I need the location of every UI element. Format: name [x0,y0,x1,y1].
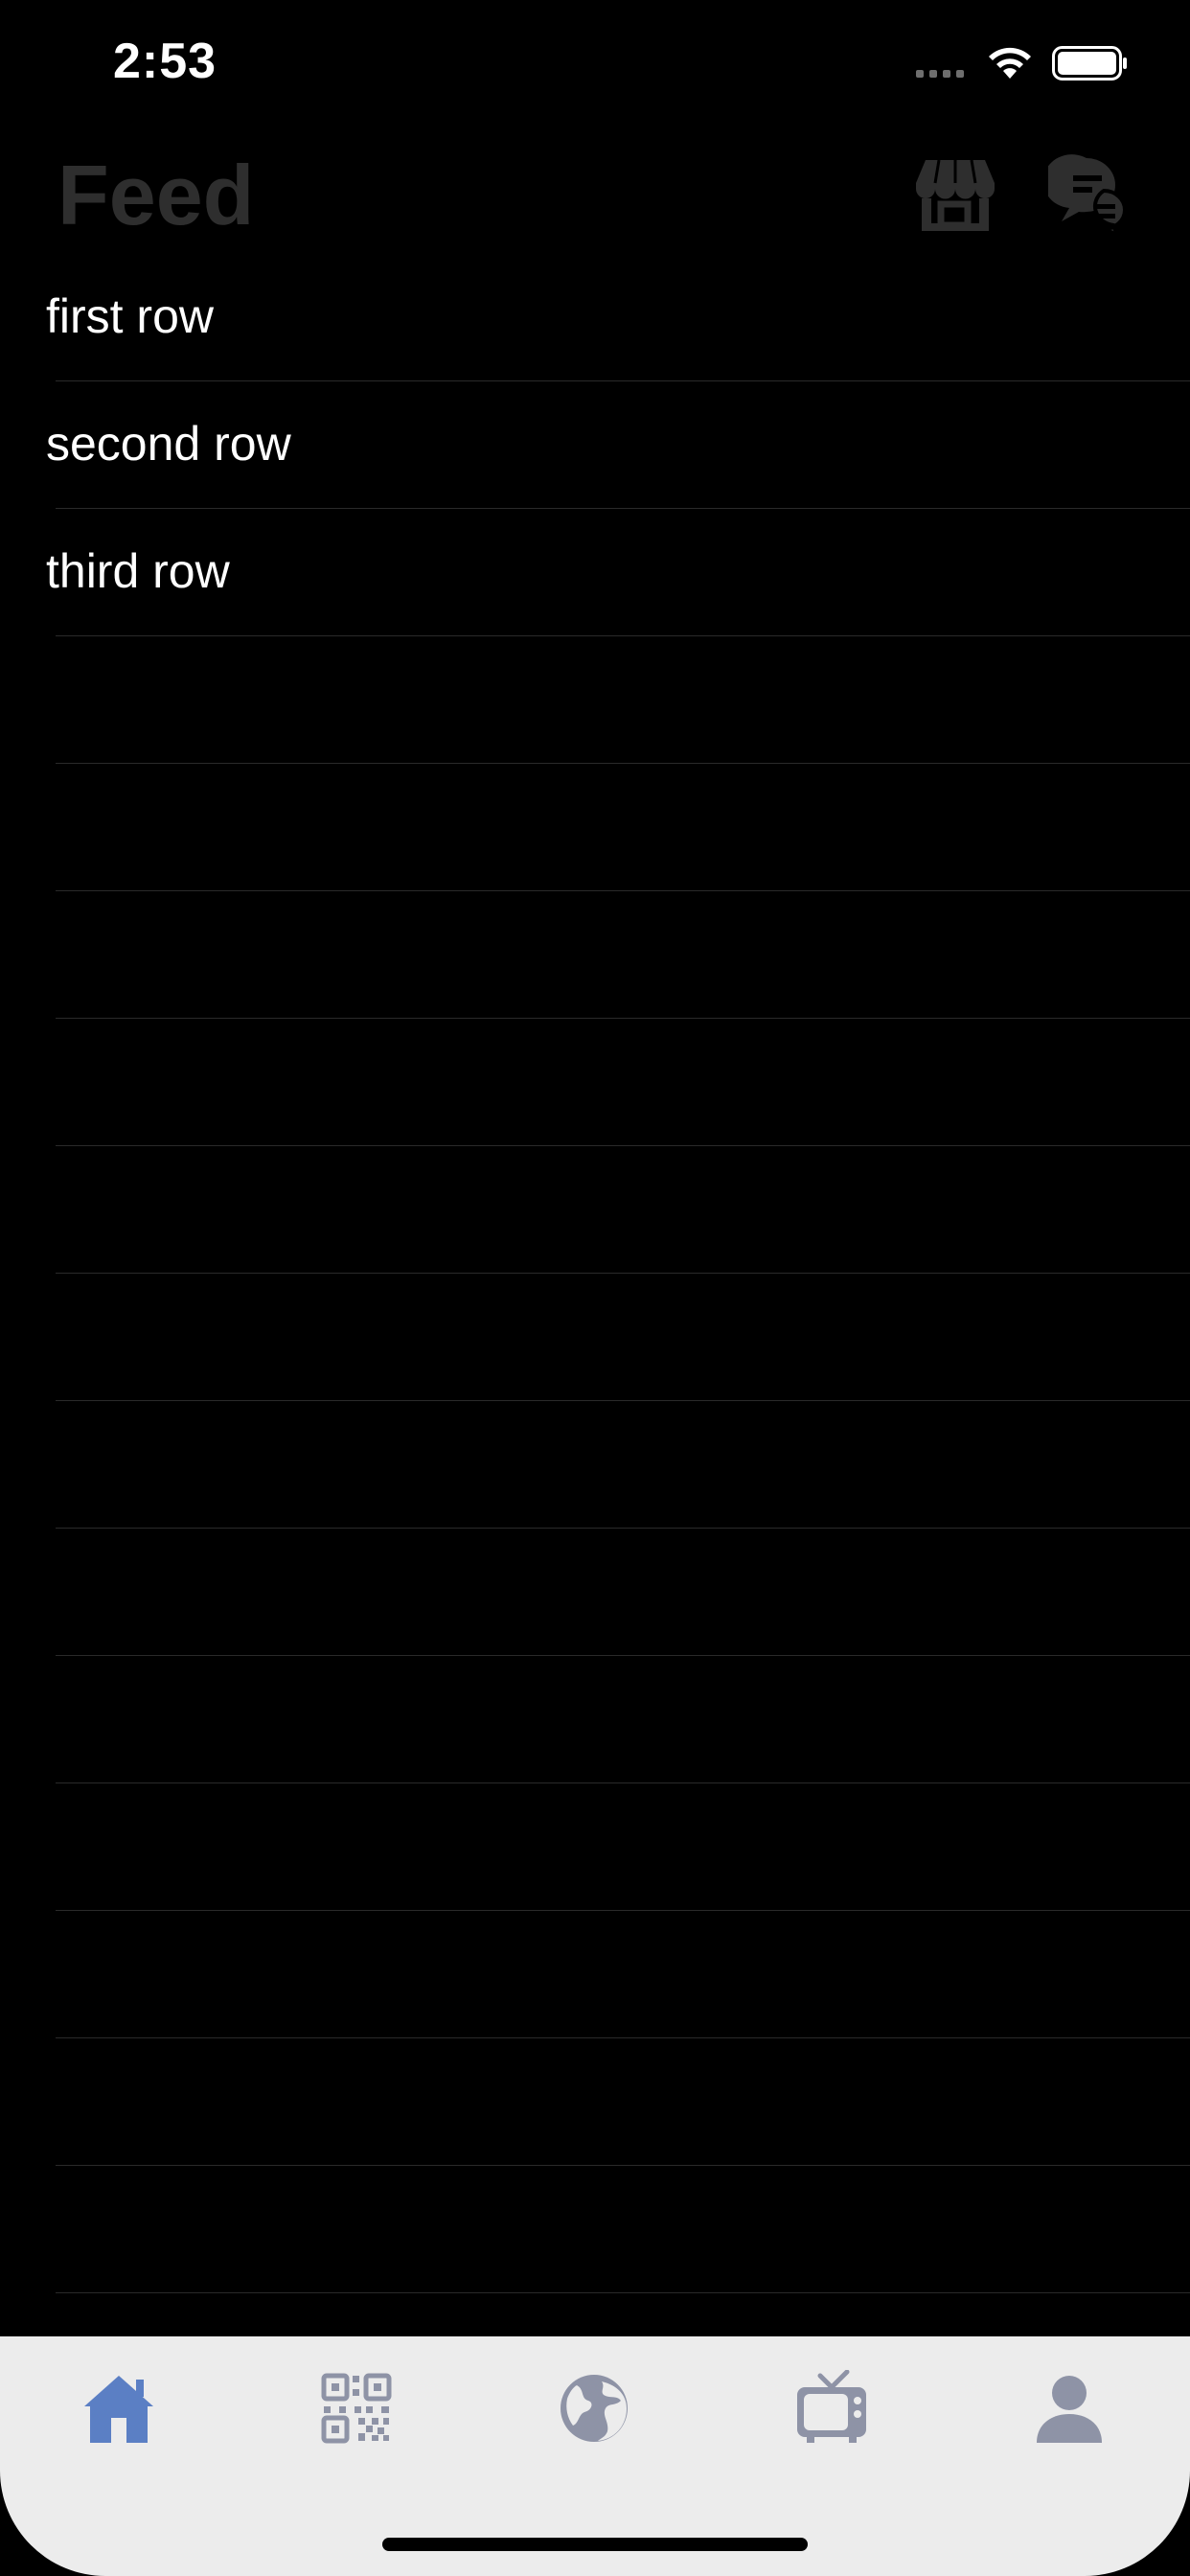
row-label: first row [46,289,214,343]
battery-icon [1052,46,1127,80]
table-row[interactable] [0,1911,1190,2038]
table-row[interactable]: first row [0,254,1190,381]
feed-table: first row second row third row [0,254,1190,2293]
table-row[interactable] [0,764,1190,891]
tab-bar [0,2336,1190,2576]
table-row[interactable] [0,1529,1190,1656]
table-row[interactable] [0,1656,1190,1783]
table-row[interactable] [0,1146,1190,1274]
tv-icon [797,2370,866,2443]
table-row[interactable] [0,636,1190,764]
table-row[interactable] [0,2166,1190,2293]
table-row[interactable] [0,891,1190,1019]
navigation-header: Feed [0,129,1190,254]
tab-tv[interactable] [713,2356,950,2461]
table-row[interactable] [0,1783,1190,1911]
status-bar: 2:53 [0,0,1190,129]
tab-qr-code[interactable] [238,2356,475,2461]
table-row[interactable] [0,1019,1190,1146]
wifi-icon [989,47,1031,79]
home-indicator [382,2538,808,2551]
chat-bubbles-icon[interactable] [1048,150,1134,237]
globe-icon [561,2375,628,2442]
store-icon[interactable] [912,150,998,237]
tab-profile[interactable] [950,2356,1188,2461]
qr-code-icon [321,2373,392,2444]
home-icon [84,2376,153,2443]
table-row[interactable] [0,2038,1190,2166]
tab-globe[interactable] [475,2356,713,2461]
status-time: 2:53 [113,34,217,89]
cellular-signal-icon [916,70,964,78]
table-row[interactable]: third row [0,509,1190,636]
row-label: second row [46,417,291,471]
table-row[interactable]: second row [0,381,1190,509]
table-row[interactable] [0,1401,1190,1529]
person-icon [1037,2376,1102,2443]
page-title: Feed [57,148,255,242]
tab-home[interactable] [0,2356,238,2461]
table-row[interactable] [0,1274,1190,1401]
row-label: third row [46,544,230,598]
